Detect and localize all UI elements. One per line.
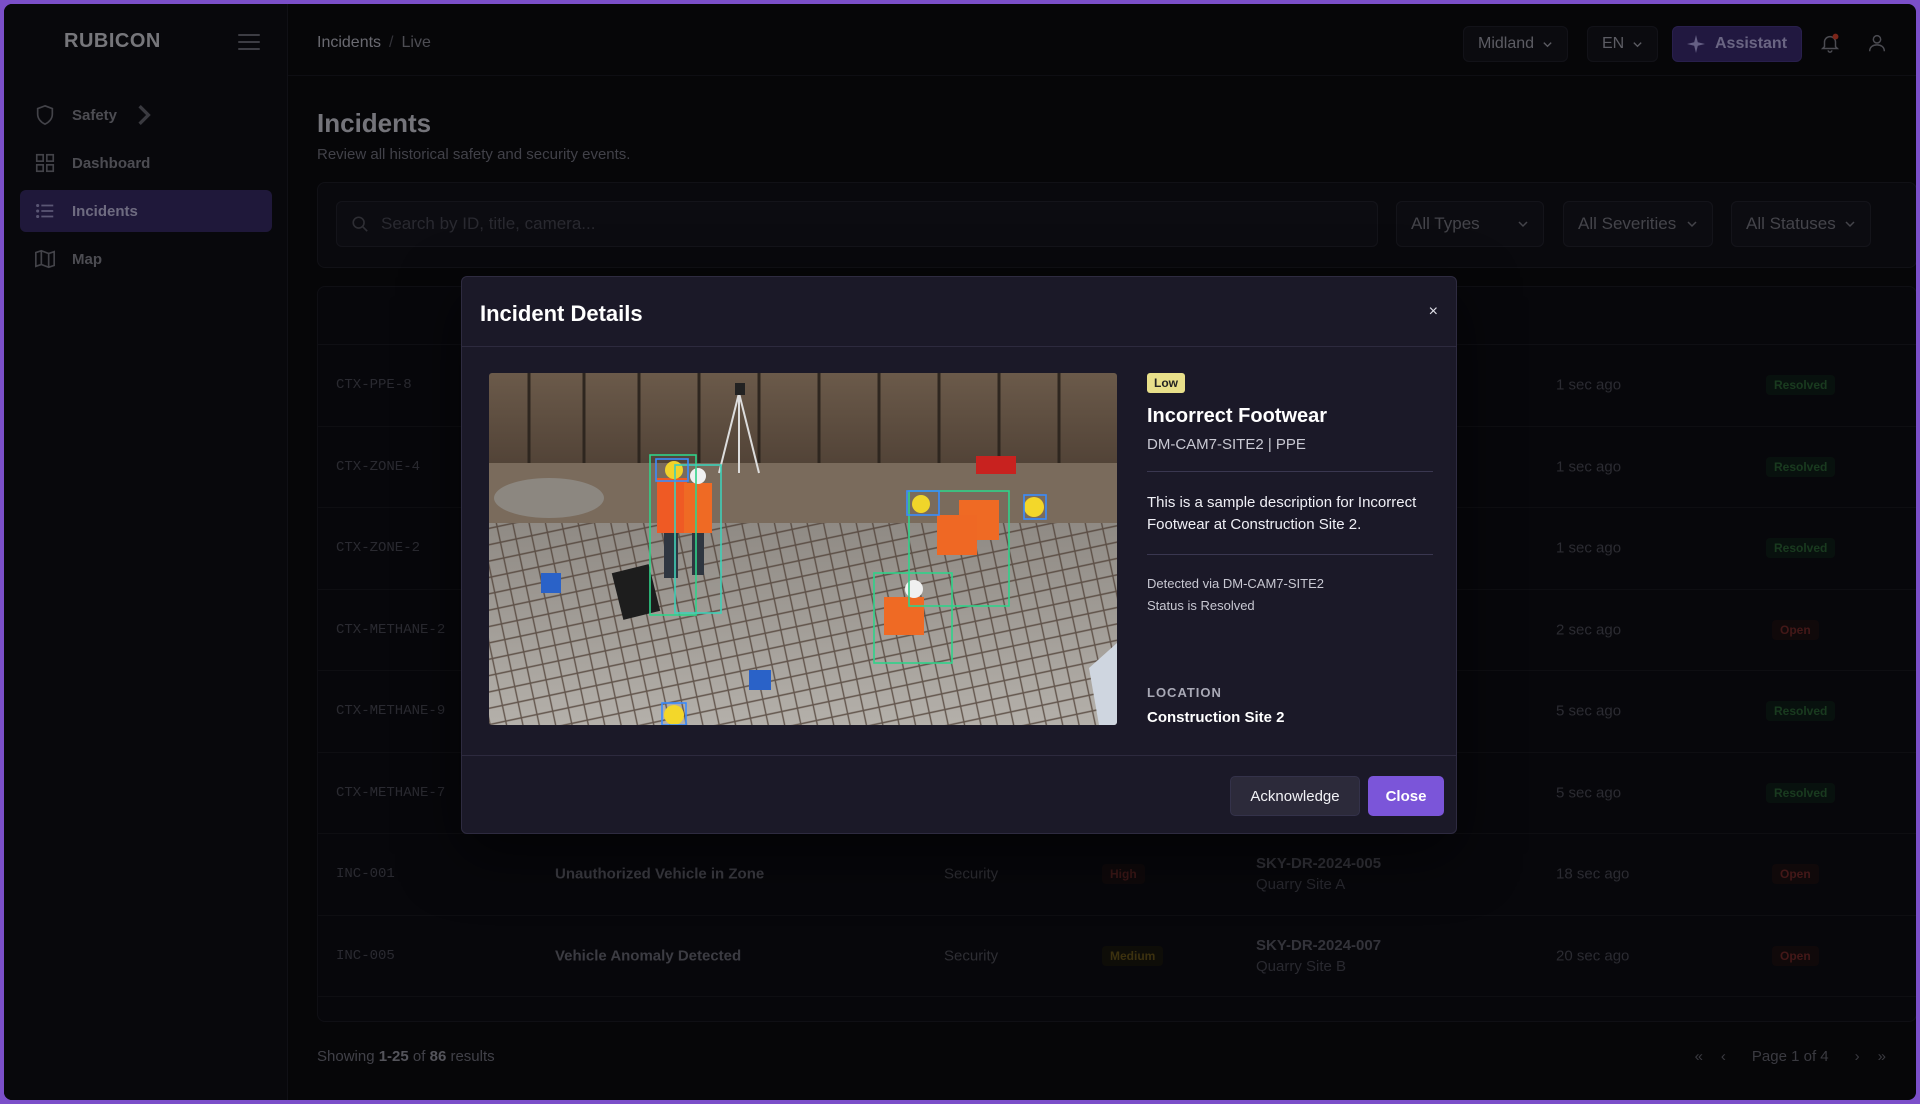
app-window: RUBICON Safety Dashboard Incidents Map I…	[4, 4, 1916, 1100]
modal-footer: Acknowledge Close	[462, 755, 1456, 835]
location-label: LOCATION	[1147, 685, 1222, 700]
status-line: Status is Resolved	[1147, 598, 1255, 613]
modal-title: Incident Details	[480, 301, 643, 326]
divider	[1147, 554, 1433, 555]
incident-subtitle: DM-CAM7-SITE2 | PPE	[1147, 436, 1306, 453]
severity-badge: Low	[1147, 373, 1185, 393]
incident-snapshot-image	[489, 373, 1117, 725]
modal-header: Incident Details ×	[462, 277, 1456, 347]
incident-details-modal: Incident Details × Low Incorrect Footwea…	[461, 276, 1457, 834]
incident-title: Incorrect Footwear	[1147, 405, 1328, 427]
close-button[interactable]: Close	[1368, 776, 1444, 816]
incident-meta: Detected via DM-CAM7-SITE2 Status is Res…	[1147, 573, 1433, 617]
detected-via: Detected via DM-CAM7-SITE2	[1147, 576, 1324, 591]
close-icon[interactable]: ×	[1429, 303, 1438, 321]
construction-site-image	[489, 373, 1117, 725]
incident-description: This is a sample description for Incorre…	[1147, 494, 1417, 533]
divider	[1147, 471, 1433, 472]
acknowledge-button[interactable]: Acknowledge	[1230, 776, 1360, 816]
incident-details-panel: Low Incorrect Footwear DM-CAM7-SITE2 | P…	[1147, 373, 1433, 617]
location-value: Construction Site 2	[1147, 709, 1285, 726]
